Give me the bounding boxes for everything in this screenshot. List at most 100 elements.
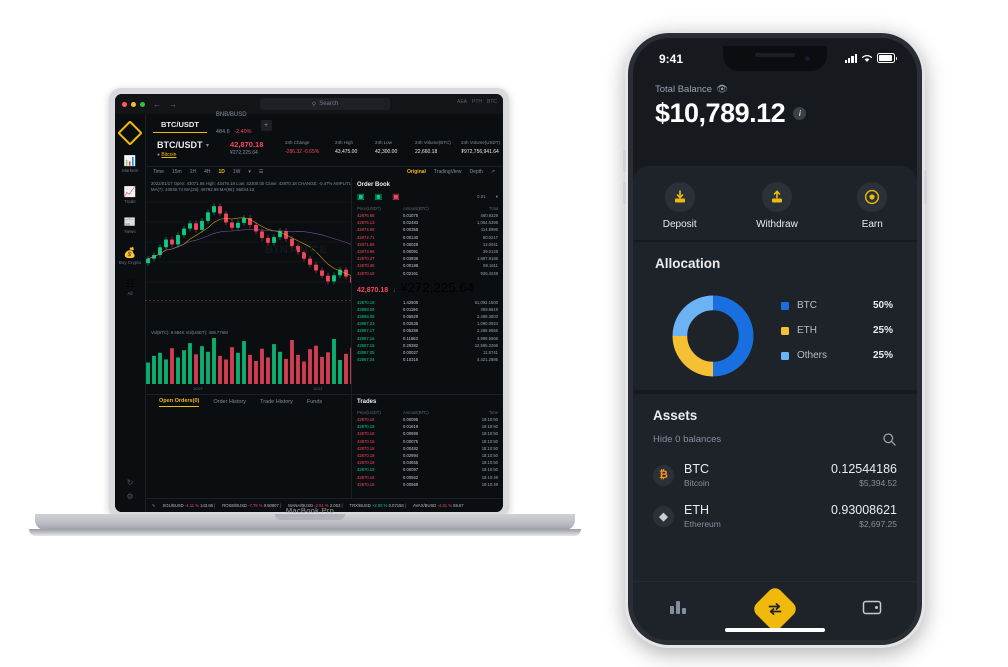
trade-amount: 0.00095	[403, 417, 419, 422]
back-icon[interactable]: ←	[153, 100, 161, 109]
forward-icon[interactable]: →	[169, 100, 177, 109]
tab-row	[633, 584, 917, 634]
fullscreen-icon[interactable]: ↗	[491, 169, 495, 175]
order-book-asks[interactable]: 42876.68 0.01075 460.9329 42875.13 0.02483 1,…	[357, 212, 498, 277]
asset-amount: 0.93008621	[830, 503, 897, 517]
eye-icon[interactable]: 👁	[716, 84, 728, 95]
order-book-row[interactable]: 42871.86 0.00028 12.0041	[357, 241, 498, 248]
withdraw-button[interactable]: Withdraw	[756, 182, 798, 230]
decimal-select[interactable]: 0.01	[477, 194, 486, 199]
hide-balances-toggle[interactable]: Hide 0 balances	[653, 434, 721, 445]
tab-open-orders[interactable]: Open Orders(0)	[159, 398, 200, 407]
tab-bnb-busd[interactable]: BNB/BUSD 484.6 -2.40%	[216, 112, 252, 137]
order-book-row[interactable]: 42868.09 0.01166 499.8619	[357, 306, 498, 313]
timeframe-4h[interactable]: 4H	[204, 169, 210, 175]
timeframe-1d[interactable]: 1D	[218, 169, 224, 175]
gear-icon[interactable]: ⚙	[115, 492, 145, 501]
order-book-row[interactable]: 42876.68 0.01075 460.9329	[357, 212, 498, 219]
volume-down-button[interactable]	[623, 182, 626, 204]
refresh-icon[interactable]: ↻	[115, 478, 145, 487]
timeframe-time[interactable]: Time	[153, 169, 164, 175]
order-book-row[interactable]: 42867.05 0.00027 11.5741	[357, 349, 498, 356]
trades-list[interactable]: 42870.18 0.00095 18:10:50 42870.19 0.01619 18…	[357, 416, 498, 488]
order-book-row[interactable]: 42870.27 0.03936 1,687.9188	[357, 255, 498, 262]
wallet-tab[interactable]	[861, 598, 883, 621]
search-input[interactable]: ⚲ Search	[260, 98, 390, 110]
order-book-row[interactable]: 42867.23 0.02535 1,090.0924	[357, 320, 498, 327]
chart-view-depth[interactable]: Depth	[469, 169, 482, 175]
binance-web-app: ← → ⚲ Search AEA PTH BTC BTC/USDT BNB/BU…	[115, 94, 503, 512]
order-book-row[interactable]: 42872.71 0.00140 60.0217	[357, 234, 498, 241]
deposit-button[interactable]: Deposit	[663, 182, 697, 230]
assets-filter-row: Hide 0 balances	[653, 432, 897, 447]
markets-tab[interactable]	[667, 598, 689, 621]
tab-funds[interactable]: Funds	[307, 399, 322, 405]
order-book-bids[interactable]: 42870.18 1.42505 61,092.1500 42868.09 0.0116…	[357, 299, 498, 364]
order-book-row[interactable]: 42870.19 0.02161 926.4248	[357, 270, 498, 277]
sidebar-item-news[interactable]: 📰 News	[115, 217, 145, 235]
maximize-icon[interactable]	[140, 101, 145, 107]
browser-extensions[interactable]: AEA PTH BTC	[457, 99, 497, 105]
add-tab-button[interactable]: +	[260, 119, 272, 131]
sidebar-item-all[interactable]: ☷ All	[115, 279, 145, 297]
laptop-lid: ← → ⚲ Search AEA PTH BTC BTC/USDT BNB/BU…	[109, 88, 509, 518]
view-both-icon[interactable]: ▣	[357, 192, 365, 201]
minimize-icon[interactable]	[131, 101, 136, 107]
market-sublabel[interactable]: ● Bitcoin	[157, 152, 176, 158]
order-book-row[interactable]: 42867.17 0.05286 2,265.9556	[357, 327, 498, 334]
sidebar-item-markets[interactable]: 📊 Markets	[115, 156, 145, 174]
indicator-settings-icon[interactable]: ☰	[259, 169, 263, 175]
timeframe-1w[interactable]: 1W	[233, 169, 241, 175]
info-icon[interactable]: i	[793, 107, 807, 120]
legend-pct-eth: 25%	[872, 325, 893, 336]
order-book-row[interactable]: 42870.18 1.42505 61,092.1500	[357, 299, 498, 306]
trade-row: 42870.18 0.02994 18:10:50	[357, 452, 498, 459]
search-icon[interactable]	[882, 432, 897, 447]
order-book-row[interactable]: 42874.99 0.00358 114.8996	[357, 226, 498, 233]
window-controls[interactable]	[122, 101, 145, 107]
view-bids-icon[interactable]: ▣	[375, 192, 383, 201]
legend-row-btc: BTC 50%	[781, 300, 893, 311]
asset-row-eth[interactable]: ◆ ETH Ethereum 0.93008621 $2,697.25	[653, 503, 897, 529]
trade-time: 18:10:49	[481, 474, 498, 480]
laptop-base-notch	[275, 514, 345, 520]
row-total: 12.0041	[482, 241, 498, 247]
order-book-row[interactable]: 42870.36 0.00188 89.1611	[357, 262, 498, 269]
trade-price: 42870.19	[357, 467, 375, 473]
tab-order-history[interactable]: Order History	[213, 399, 246, 405]
order-book-row[interactable]: 42867.15 0.29382 12,595.2266	[357, 342, 498, 349]
order-book-row[interactable]: 42867.04 0.10316 4,421.2886	[357, 356, 498, 363]
asset-row-btc[interactable]: ₿ BTC Bitcoin 0.12544186 $5,394.52	[653, 462, 897, 488]
chart-view-tradingview[interactable]: TradingView	[434, 169, 462, 175]
order-book-row[interactable]: 42873.96 0.00091 39.0128	[357, 248, 498, 255]
swap-tab[interactable]	[750, 584, 800, 634]
order-book-row[interactable]: 42875.13 0.02483 1,064.5398	[357, 219, 498, 226]
sidebar-item-trade[interactable]: 📈 Trade	[115, 187, 145, 205]
row-total: 11.5741	[483, 350, 498, 355]
allocation-card: Allocation BTC 50% ETH 25% Others 25%	[633, 242, 917, 390]
chevron-down-icon[interactable]: ▾	[206, 142, 209, 149]
legend-pct-btc: 50%	[872, 300, 893, 311]
sidebar-item-buy-crypto[interactable]: 💰 Buy Crypto	[115, 248, 145, 266]
chevron-down-icon[interactable]: ▾	[496, 194, 498, 200]
earn-button[interactable]: Earn	[857, 182, 888, 230]
chevron-down-icon[interactable]: ▾	[248, 169, 251, 175]
row-amount: 0.01075	[403, 213, 419, 218]
order-book-row[interactable]: 42867.16 0.11663 4,999.5568	[357, 335, 498, 342]
volume-up-button[interactable]	[623, 150, 626, 172]
timeframe-1h[interactable]: 1H	[190, 169, 196, 175]
order-book-view-toggles[interactable]: ▣ ▣ ▣ 0.01 ▾	[357, 192, 498, 201]
view-asks-icon[interactable]: ▣	[392, 192, 400, 201]
tab-btc-usdt[interactable]: BTC/USDT	[153, 117, 207, 133]
trade-row: 42870.19 0.01619 18:10:50	[357, 423, 498, 430]
row-price: 42872.71	[357, 234, 375, 240]
order-book-row[interactable]: 42868.08 0.05829 2,498.3803	[357, 313, 498, 320]
power-button[interactable]	[924, 170, 927, 204]
timeframe-15m[interactable]: 15m	[172, 169, 182, 175]
tab-trade-history[interactable]: Trade History	[260, 399, 293, 405]
binance-logo-icon[interactable]	[117, 120, 143, 146]
market-symbol[interactable]: BTC/USDT	[157, 140, 203, 150]
close-icon[interactable]	[122, 101, 127, 107]
chart-view-original[interactable]: Original	[407, 169, 426, 175]
wallet-icon	[862, 600, 881, 614]
